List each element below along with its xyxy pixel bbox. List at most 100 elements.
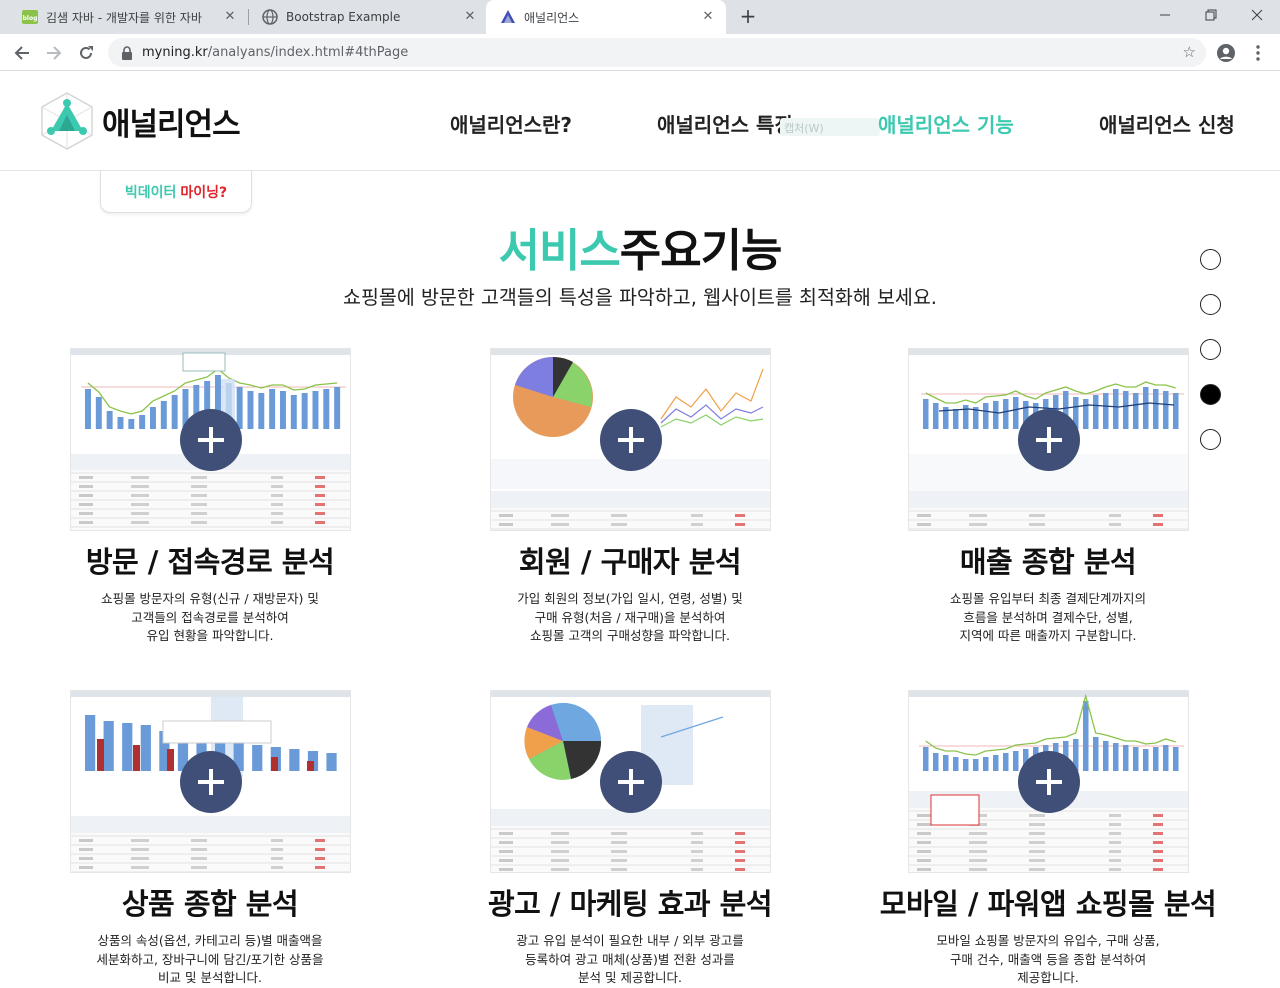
feature-description-line: 지역에 따른 매출까지 구분합니다. (959, 628, 1137, 643)
feature-description-line: 광고 유입 분석이 필요한 내부 / 외부 광고를 (516, 933, 744, 948)
blog-icon: blog (22, 9, 38, 25)
feature-description-line: 구매 건수, 매출액 등을 종합 분석하여 (949, 951, 1147, 967)
bigdata-mining-link[interactable]: 빅데이터 마이닝? (100, 171, 252, 213)
feature-title: 상품 종합 분석 (121, 887, 299, 921)
nav-item-about[interactable]: 애널리언스란? (450, 109, 572, 138)
feature-description-line: 쇼핑몰 고객의 구매성향을 파악합니다. (530, 628, 730, 643)
feature-description: 상품의 속성(옵션, 카테고리 등)별 매출액을 세분화하고, 장바구니에 담긴/… (0, 932, 420, 988)
feature-thumbnail[interactable] (907, 690, 1189, 873)
site-header: 애널리언스 애널리언스란? 애널리언스 특징 캡처(W) 애널리언스 기능 애널… (0, 71, 1280, 171)
url-host: myning.kr (142, 45, 208, 60)
page-dot-1[interactable] (1200, 249, 1221, 270)
close-window-button[interactable] (1234, 0, 1280, 30)
feature-description: 광고 유입 분석이 필요한 내부 / 외부 광고를등록하여 광고 매체(상품)별… (420, 932, 840, 988)
feature-card: 매출 종합 분석쇼핑몰 유입부터 최종 결제단계까지의흐름을 분석하며 결제수단… (838, 348, 1258, 646)
expand-button[interactable] (599, 751, 662, 813)
nav-item-features[interactable]: 애널리언스 특징 (657, 109, 793, 138)
feature-description-line: 분석 및 제공합니다. (578, 970, 682, 985)
feature-description-line: 고객들의 접속경로를 분석하여 (131, 609, 289, 625)
feature-card: 모바일 / 파워앱 쇼핑몰 분석 모바일 쇼핑몰 방문자의 유입수, 구매 상품,… (838, 690, 1258, 988)
feature-thumbnail[interactable] (69, 348, 351, 531)
plus-icon (197, 769, 224, 795)
arrow-left-icon (14, 46, 29, 60)
address-bar[interactable]: myning.kr/analyans/index.html#4thPage ☆ (108, 38, 1206, 67)
tab-title: 애널리언스 (524, 10, 580, 25)
nav-item-functions[interactable]: 애널리언스 기능 (878, 109, 1014, 138)
feature-thumbnail[interactable] (489, 690, 771, 873)
plus-icon (617, 769, 644, 795)
feature-thumbnail[interactable] (907, 348, 1189, 531)
forward-button[interactable] (40, 39, 68, 67)
browser-toolbar: myning.kr/analyans/index.html#4thPage ☆ (0, 34, 1280, 71)
plus-icon (1035, 769, 1062, 795)
feature-description-line: 가입 회원의 정보(가입 일시, 연령, 성별) 및 (517, 591, 743, 606)
feature-thumbnail[interactable] (489, 348, 771, 531)
logo-hexagon-icon (41, 92, 93, 150)
feature-description-line: 쇼핑몰 방문자의 유형(신규 / 재방문자) 및 (101, 591, 319, 606)
feature-thumbnail[interactable] (69, 690, 351, 873)
feature-card: 광고 / 마케팅 효과 분석광고 유입 분석이 필요한 내부 / 외부 광고를등… (420, 690, 840, 988)
feature-title: 매출 종합 분석 (959, 545, 1137, 579)
feature-description: 쇼핑몰 방문자의 유형(신규 / 재방문자) 및고객들의 접속경로를 분석하여유… (0, 590, 420, 646)
feature-card: 회원 / 구매자 분석 가입 회원의 정보(가입 일시, 연령, 성별) 및 구매 … (420, 348, 840, 646)
feature-title: 광고 / 마케팅 효과 분석 (487, 887, 773, 921)
feature-description-line: 쇼핑몰 유입부터 최종 결제단계까지의 (950, 591, 1146, 606)
restore-button[interactable] (1188, 0, 1234, 30)
feature-description-line: 흐름을 분석하며 결제수단, 성별, (963, 609, 1133, 625)
close-icon[interactable]: ✕ (700, 9, 716, 25)
browser-tab-active[interactable]: 애널리언스 ✕ (486, 0, 726, 34)
nav-item-apply[interactable]: 애널리언스 신청 (1099, 109, 1235, 138)
account-icon (1217, 44, 1235, 62)
plus-icon (197, 427, 224, 453)
url-path: /analyans/index.html#4thPage (207, 45, 409, 60)
section-title-accent: 서비스 (498, 224, 621, 277)
menu-button[interactable] (1244, 39, 1272, 67)
expand-button[interactable] (599, 409, 662, 471)
arrow-right-icon (47, 46, 62, 60)
capture-tooltip: 캡처(W) (780, 118, 880, 136)
new-tab-button[interactable]: + (736, 5, 760, 29)
feature-title: 방문 / 접속경로 분석 (85, 545, 335, 579)
page-dot-2[interactable] (1200, 294, 1221, 315)
svg-text:blog: blog (23, 15, 38, 22)
back-button[interactable] (8, 39, 36, 67)
reload-icon (80, 46, 93, 59)
feature-card: 방문 / 접속경로 분석쇼핑몰 방문자의 유형(신규 / 재방문자) 및고객들의… (0, 348, 420, 646)
feature-description-line: 비교 및 분석합니다. (158, 970, 262, 985)
expand-button[interactable] (1017, 409, 1080, 471)
feature-card: 상품 종합 분석상품의 속성(옵션, 카테고리 등)별 매출액을 세분화하고, 장… (0, 690, 420, 988)
close-icon[interactable]: ✕ (222, 9, 238, 25)
feature-description: 가입 회원의 정보(가입 일시, 연령, 성별) 및구매 유형(처음 / 재구매… (420, 590, 840, 646)
site-logo[interactable]: 애널리언스 (38, 91, 241, 151)
feature-description-line: 구매 유형(처음 / 재구매)을 분석하여 (534, 609, 726, 625)
feature-description-line: 유입 현황을 파악합니다. (146, 628, 274, 643)
feature-description-line: 제공합니다. (1017, 970, 1079, 985)
feature-description: 쇼핑몰 유입부터 최종 결제단계까지의흐름을 분석하며 결제수단, 성별, 지역에… (838, 590, 1258, 646)
globe-icon (262, 9, 278, 25)
lock-icon (120, 45, 134, 60)
expand-button[interactable] (179, 409, 242, 471)
plus-icon (1035, 427, 1062, 453)
logo-text: 애널리언스 (102, 106, 241, 143)
browser-tab[interactable]: blog 김샘 자바 - 개발자를 위한 자바 ✕ (8, 0, 248, 34)
restore-icon (1205, 9, 1217, 21)
plus-icon (617, 427, 644, 453)
profile-button[interactable] (1212, 39, 1240, 67)
star-icon[interactable]: ☆ (1183, 43, 1196, 61)
expand-button[interactable] (1017, 751, 1080, 813)
feature-description-line: 세분화하고, 장바구니에 담긴/포기한 상품을 (96, 951, 324, 967)
expand-button[interactable] (179, 751, 242, 813)
section-subtitle: 쇼핑몰에 방문한 고객들의 특성을 파악하고, 웹사이트를 최적화해 보세요. (343, 286, 937, 309)
kebab-menu-icon (1256, 45, 1260, 61)
close-icon[interactable]: ✕ (462, 9, 478, 25)
feature-description-line: 등록하여 광고 매체(상품)별 전환 성과를 (525, 951, 735, 967)
close-icon (1251, 9, 1263, 21)
reload-button[interactable] (72, 39, 100, 67)
sub-link-label-a: 빅데이터 (124, 184, 177, 201)
tab-title: Bootstrap Example (286, 10, 401, 24)
minimize-button[interactable] (1142, 0, 1188, 30)
browser-tab[interactable]: Bootstrap Example ✕ (248, 0, 488, 34)
browser-tab-bar: blog 김샘 자바 - 개발자를 위한 자바 ✕ Bootstrap Exam… (0, 0, 1280, 34)
sub-link-label-b: 마이닝? (180, 184, 228, 201)
section-title: 서비스주요기능 (0, 214, 1280, 279)
